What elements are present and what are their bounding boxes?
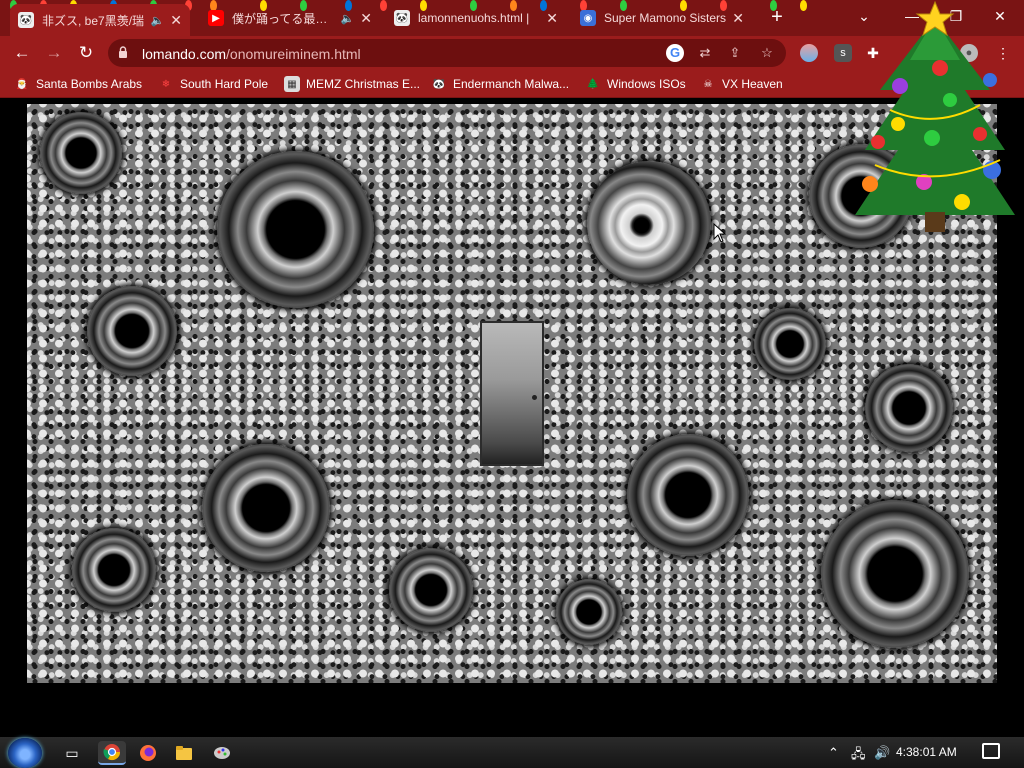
volume-icon[interactable]: 🔊 [874,745,890,761]
forward-button[interactable]: → [42,41,66,65]
bookmark-memz[interactable]: ▦ MEMZ Christmas E... [284,75,420,93]
bookmark-vx-heaven[interactable]: ☠ VX Heaven [700,75,783,93]
mouse-cursor-icon [713,223,727,243]
chevron-up-icon[interactable]: ⌃ [828,745,839,761]
new-tab-button[interactable]: + [766,6,788,28]
close-tab-icon[interactable]: ✕ [732,10,744,27]
bookmark-star-icon[interactable]: ☆ [758,44,776,62]
network-icon[interactable]: 🖧 [851,745,866,767]
speaker-hole [627,434,749,556]
santa-icon: 🎅 [15,78,29,90]
bookmark-santa-bombs-arabs[interactable]: 🎅 Santa Bombs Arabs [14,75,142,93]
speaker-hole [389,548,473,632]
speaker-hole [865,364,953,452]
taskbar: ▭ ⌃ 🖧 🔊 4:38:01 AM [0,737,1024,768]
google-icon[interactable]: G [666,44,684,62]
paint-icon[interactable] [210,741,234,765]
tab-title: Super Mamono Sisters [604,11,727,25]
tree-icon: 🌲 [586,78,600,90]
reload-button[interactable]: ↻ [74,41,98,65]
door-knob [532,395,537,400]
extension-icon[interactable] [800,44,818,62]
panda-icon: 🐼 [18,12,34,28]
christmas-tree-icon [855,0,1015,232]
bookmark-endermanch[interactable]: 🐼 Endermanch Malwa... [431,75,569,93]
bookmark-south-hard-pole[interactable]: ❄ South Hard Pole [158,75,268,93]
speaker-hole [202,444,330,572]
tab-0[interactable]: 🐼 非ズス, be7黑羡/瑞 🔈 ✕ [10,4,190,36]
lock-icon[interactable] [118,46,128,58]
start-button[interactable] [8,738,42,768]
light-icon [800,0,807,11]
speaker-hole [40,112,122,194]
globe-icon: ◉ [580,10,596,26]
youtube-icon: ▶ [208,10,224,26]
snowflake-icon: ❄ [161,78,171,90]
close-tab-icon[interactable]: ✕ [546,10,558,27]
tab-1[interactable]: ▶ 僕が踊ってる最中に 🔈 ✕ [200,4,380,32]
bookmark-windows-isos[interactable]: 🌲 Windows ISOs [585,75,686,93]
task-view-icon[interactable]: ▭ [60,741,84,765]
explorer-icon[interactable] [172,741,196,765]
tab-3[interactable]: ◉ Super Mamono Sisters ✕ [572,4,752,32]
memz-icon: ▦ [284,76,300,92]
address-bar[interactable]: lomando.com/onomureiminem.html G ⇄ ⇪ ☆ [108,39,786,67]
speaker-hole [821,500,969,648]
close-tab-icon[interactable]: ✕ [170,12,182,29]
audio-icon[interactable]: 🔈 [341,12,355,25]
share-icon[interactable]: ⇪ [726,44,744,62]
tab-title: lamonnenuohs.html | [418,11,530,25]
tab-2[interactable]: 🐼 lamonnenuohs.html | ✕ [386,4,566,32]
tab-title: 非ズス, be7黑羡/瑞 [42,13,145,28]
panda-icon: 🐼 [432,78,446,90]
speaker-hole [72,528,156,612]
translate-icon[interactable]: ⇄ [696,44,714,62]
tab-title: 僕が踊ってる最中に [232,11,335,26]
notification-icon[interactable] [982,743,1000,759]
close-tab-icon[interactable]: ✕ [360,10,372,27]
speaker-hole [217,151,374,308]
skull-icon: ☠ [703,78,713,90]
taskbar-clock[interactable]: 4:38:01 AM [896,745,957,759]
speaker-hole [754,308,826,380]
speaker-hole [87,286,177,376]
speaker-hole [556,579,622,645]
firefox-icon[interactable] [136,741,160,765]
audio-icon[interactable]: 🔈 [151,14,165,27]
back-button[interactable]: ← [10,41,34,65]
panda-icon: 🐼 [394,10,410,26]
chrome-icon[interactable] [98,741,126,765]
door[interactable] [480,321,544,466]
eyeball [587,161,711,285]
url-text[interactable]: lomando.com/onomureiminem.html [142,46,361,62]
